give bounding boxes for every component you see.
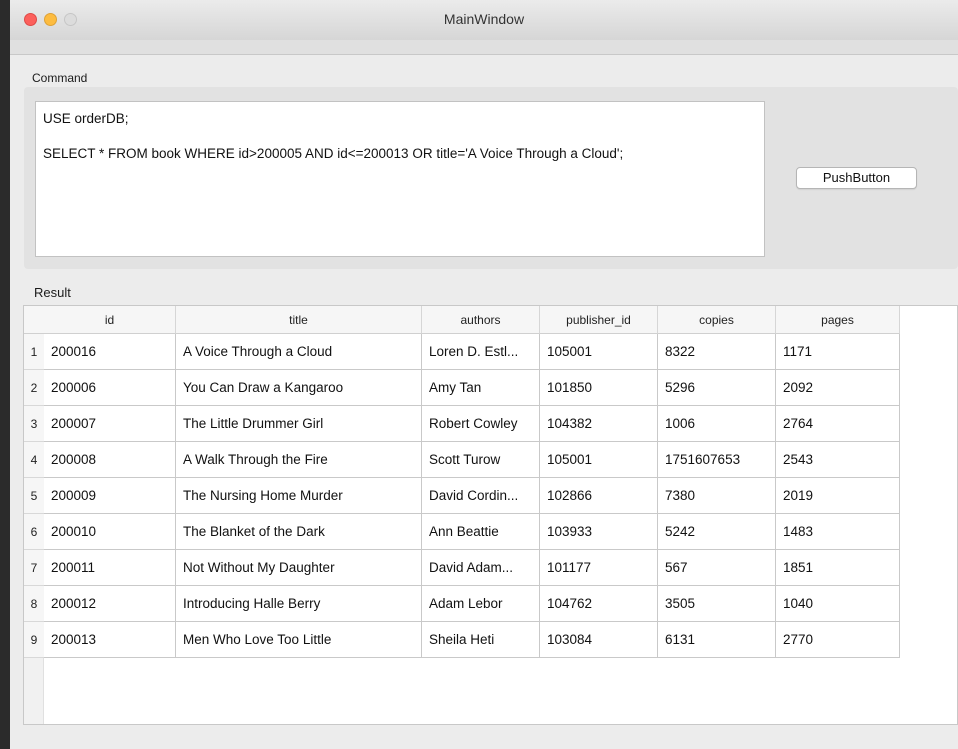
push-button[interactable]: PushButton bbox=[796, 167, 917, 189]
table-row[interactable]: 1 200016 A Voice Through a Cloud Loren D. E… bbox=[24, 334, 900, 370]
cell-authors[interactable]: Amy Tan bbox=[422, 370, 540, 406]
cell-pages[interactable]: 2770 bbox=[776, 622, 900, 658]
row-number[interactable]: 5 bbox=[24, 478, 44, 514]
cell-title[interactable]: The Little Drummer Girl bbox=[176, 406, 422, 442]
row-number[interactable]: 4 bbox=[24, 442, 44, 478]
row-number[interactable]: 3 bbox=[24, 406, 44, 442]
cell-id[interactable]: 200009 bbox=[44, 478, 176, 514]
cell-title[interactable]: The Nursing Home Murder bbox=[176, 478, 422, 514]
cell-title[interactable]: Men Who Love Too Little bbox=[176, 622, 422, 658]
cell-title[interactable]: You Can Draw a Kangaroo bbox=[176, 370, 422, 406]
cell-pages[interactable]: 2764 bbox=[776, 406, 900, 442]
row-number[interactable]: 7 bbox=[24, 550, 44, 586]
cell-authors[interactable]: Sheila Heti bbox=[422, 622, 540, 658]
row-number[interactable]: 2 bbox=[24, 370, 44, 406]
cell-id[interactable]: 200013 bbox=[44, 622, 176, 658]
column-header-title[interactable]: title bbox=[176, 306, 422, 334]
command-label: Command bbox=[32, 71, 88, 85]
cell-id[interactable]: 200012 bbox=[44, 586, 176, 622]
cell-pages[interactable]: 2019 bbox=[776, 478, 900, 514]
cell-title[interactable]: Introducing Halle Berry bbox=[176, 586, 422, 622]
command-line-2: SELECT * FROM book WHERE id>200005 AND i… bbox=[43, 146, 624, 161]
cell-publisher-id[interactable]: 103084 bbox=[540, 622, 658, 658]
cell-id[interactable]: 200010 bbox=[44, 514, 176, 550]
cell-id[interactable]: 200016 bbox=[44, 334, 176, 370]
result-table[interactable]: id title authors publisher_id copies pag… bbox=[23, 305, 958, 725]
table-row[interactable]: 5 200009 The Nursing Home Murder David Cord… bbox=[24, 478, 900, 514]
window-title: MainWindow bbox=[443, 11, 525, 27]
cell-pages[interactable]: 1171 bbox=[776, 334, 900, 370]
cell-pages[interactable]: 1483 bbox=[776, 514, 900, 550]
cell-title[interactable]: A Voice Through a Cloud bbox=[176, 334, 422, 370]
cell-pages[interactable]: 2543 bbox=[776, 442, 900, 478]
cell-publisher-id[interactable]: 102866 bbox=[540, 478, 658, 514]
cell-publisher-id[interactable]: 101177 bbox=[540, 550, 658, 586]
main-window: MainWindow Command USE orderDB; SELECT *… bbox=[10, 0, 958, 749]
cell-authors[interactable]: Loren D. Estl... bbox=[422, 334, 540, 370]
cell-title[interactable]: A Walk Through the Fire bbox=[176, 442, 422, 478]
cell-copies[interactable]: 1006 bbox=[658, 406, 776, 442]
cell-publisher-id[interactable]: 104382 bbox=[540, 406, 658, 442]
cell-pages[interactable]: 2092 bbox=[776, 370, 900, 406]
cell-authors[interactable]: Robert Cowley bbox=[422, 406, 540, 442]
cell-title[interactable]: Not Without My Daughter bbox=[176, 550, 422, 586]
cell-id[interactable]: 200007 bbox=[44, 406, 176, 442]
cell-copies[interactable]: 8322 bbox=[658, 334, 776, 370]
table-corner bbox=[24, 306, 44, 334]
cell-pages[interactable]: 1851 bbox=[776, 550, 900, 586]
cell-copies[interactable]: 567 bbox=[658, 550, 776, 586]
cell-copies[interactable]: 5296 bbox=[658, 370, 776, 406]
column-header-authors[interactable]: authors bbox=[422, 306, 540, 334]
title-bar[interactable]: MainWindow bbox=[10, 0, 958, 41]
result-label: Result bbox=[34, 285, 71, 300]
cell-copies[interactable]: 7380 bbox=[658, 478, 776, 514]
cell-copies[interactable]: 5242 bbox=[658, 514, 776, 550]
table-row[interactable]: 8 200012 Introducing Halle Berry Adam Lebor… bbox=[24, 586, 900, 622]
cell-copies[interactable]: 1751607653 bbox=[658, 442, 776, 478]
row-number[interactable]: 6 bbox=[24, 514, 44, 550]
column-header-copies[interactable]: copies bbox=[658, 306, 776, 334]
cell-authors[interactable]: David Cordin... bbox=[422, 478, 540, 514]
cell-publisher-id[interactable]: 104762 bbox=[540, 586, 658, 622]
cell-id[interactable]: 200011 bbox=[44, 550, 176, 586]
cell-authors[interactable]: Scott Turow bbox=[422, 442, 540, 478]
cell-copies[interactable]: 6131 bbox=[658, 622, 776, 658]
row-number[interactable]: 8 bbox=[24, 586, 44, 622]
command-input[interactable]: USE orderDB; SELECT * FROM book WHERE id… bbox=[35, 101, 765, 257]
cell-publisher-id[interactable]: 105001 bbox=[540, 334, 658, 370]
column-header-publisher-id[interactable]: publisher_id bbox=[540, 306, 658, 334]
cell-publisher-id[interactable]: 105001 bbox=[540, 442, 658, 478]
cell-authors[interactable]: David Adam... bbox=[422, 550, 540, 586]
table-row[interactable]: 4 200008 A Walk Through the Fire Scott Turo… bbox=[24, 442, 900, 478]
column-header-id[interactable]: id bbox=[44, 306, 176, 334]
cell-publisher-id[interactable]: 101850 bbox=[540, 370, 658, 406]
table-row[interactable]: 3 200007 The Little Drummer Girl Robert Cow… bbox=[24, 406, 900, 442]
toolbar bbox=[10, 40, 958, 55]
cell-id[interactable]: 200006 bbox=[44, 370, 176, 406]
cell-authors[interactable]: Ann Beattie bbox=[422, 514, 540, 550]
row-number[interactable]: 1 bbox=[24, 334, 44, 370]
table-row[interactable]: 6 200010 The Blanket of the Dark Ann Beatti… bbox=[24, 514, 900, 550]
table-row[interactable]: 7 200011 Not Without My Daughter David Adam… bbox=[24, 550, 900, 586]
command-line-1: USE orderDB; bbox=[43, 111, 129, 126]
cell-publisher-id[interactable]: 103933 bbox=[540, 514, 658, 550]
column-header-pages[interactable]: pages bbox=[776, 306, 900, 334]
cell-pages[interactable]: 1040 bbox=[776, 586, 900, 622]
cell-copies[interactable]: 3505 bbox=[658, 586, 776, 622]
cell-title[interactable]: The Blanket of the Dark bbox=[176, 514, 422, 550]
cell-authors[interactable]: Adam Lebor bbox=[422, 586, 540, 622]
table-row[interactable]: 2 200006 You Can Draw a Kangaroo Amy Tan 101… bbox=[24, 370, 900, 406]
cell-id[interactable]: 200008 bbox=[44, 442, 176, 478]
table-row[interactable]: 9 200013 Men Who Love Too Little Sheila Het… bbox=[24, 622, 900, 658]
row-number[interactable]: 9 bbox=[24, 622, 44, 658]
